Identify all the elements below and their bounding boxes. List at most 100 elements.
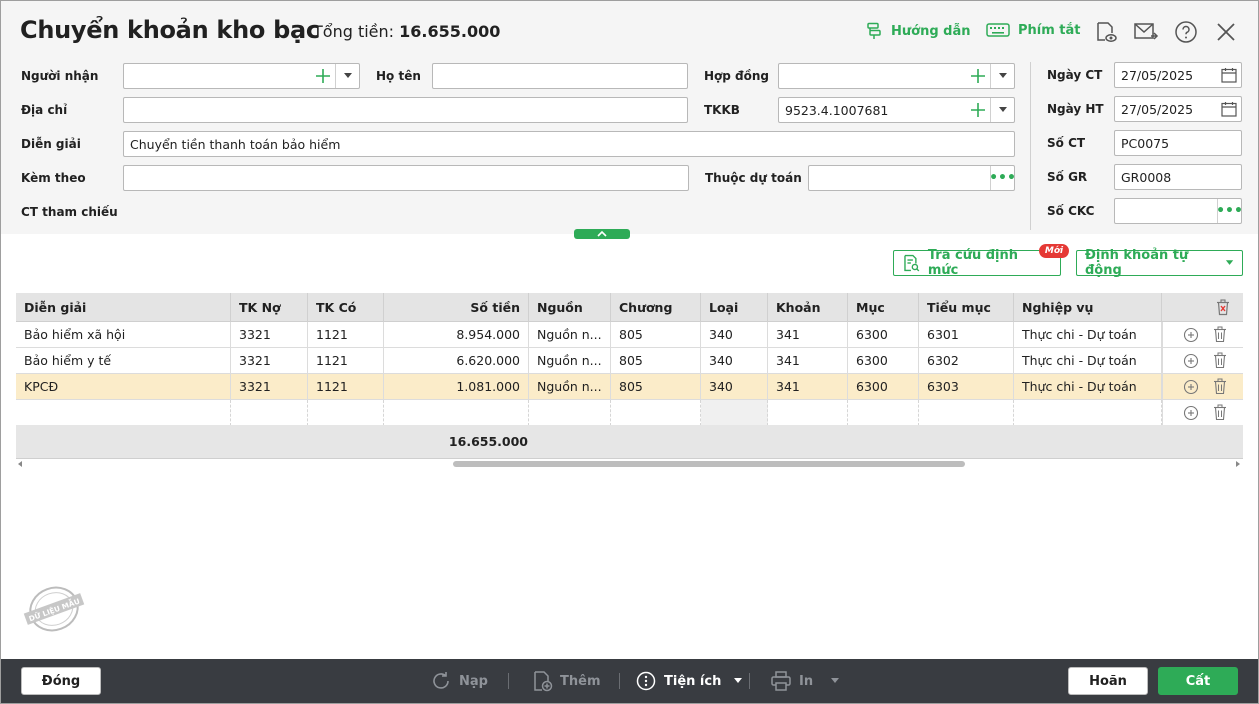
cell-item[interactable]: 341 [768,322,848,348]
cell-debit[interactable] [231,400,308,426]
col-header-source[interactable]: Nguồn [529,293,611,322]
recipient-input[interactable] [123,63,360,89]
contract-dropdown-icon[interactable] [990,64,1014,88]
delete-all-icon[interactable] [1215,299,1231,316]
cell-chapter[interactable]: 805 [611,374,701,400]
delete-row-icon[interactable] [1212,378,1228,399]
add-row-icon[interactable] [1183,379,1199,399]
delete-row-icon[interactable] [1212,326,1228,347]
cell-credit[interactable]: 1121 [308,374,384,400]
fullname-input[interactable] [432,63,688,89]
cell-chapter[interactable] [611,400,701,426]
auto-entry-button[interactable]: Định khoản tự động [1076,248,1243,278]
add-row-icon[interactable] [1183,327,1199,347]
cell-description[interactable]: Bảo hiểm y tế [16,348,231,374]
cell-section[interactable]: 6300 [848,374,919,400]
table-row[interactable]: KPCĐ 3321 1121 1.081.000 Nguồn n... 805 340 341… [16,374,1243,400]
ckc-number-input[interactable]: ••• [1114,198,1242,224]
col-header-subsection[interactable]: Tiểu mục [919,293,1014,322]
col-header-description[interactable]: Diễn giải [16,293,231,322]
close-button[interactable]: Đóng [21,667,101,695]
ckc-more-icon[interactable]: ••• [1216,199,1241,223]
reload-button[interactable]: Nạp [430,670,488,692]
cell-debit[interactable]: 3321 [231,374,308,400]
cell-chapter[interactable]: 805 [611,348,701,374]
lookup-norm-button[interactable]: Tra cứu định mức [893,248,1061,278]
cell-subsection[interactable]: 6303 [919,374,1014,400]
col-header-section[interactable]: Mục [848,293,919,322]
budget-input[interactable]: ••• [808,165,1015,191]
tkkb-input[interactable]: 9523.4.1007681 [778,97,1015,123]
help-icon[interactable] [1173,19,1199,45]
calendar-icon[interactable] [1221,67,1237,83]
add-row-icon[interactable] [1183,405,1199,425]
cell-item[interactable]: 341 [768,348,848,374]
delete-row-icon[interactable] [1212,404,1228,425]
cell-type[interactable]: 340 [701,374,768,400]
delete-row-icon[interactable] [1212,352,1228,373]
cell-source[interactable]: Nguồn n... [529,348,611,374]
cell-type[interactable]: 340 [701,348,768,374]
add-contract-icon[interactable] [969,67,987,85]
cell-source[interactable] [529,400,611,426]
preview-icon[interactable] [1093,19,1119,45]
cell-subsection[interactable]: 6302 [919,348,1014,374]
cell-subsection[interactable]: 6301 [919,322,1014,348]
doc-number-input[interactable]: PC0075 [1114,130,1242,156]
table-row[interactable]: Bảo hiểm xã hội 3321 1121 8.954.000 Nguồn n.… [16,322,1243,348]
cell-credit[interactable] [308,400,384,426]
cell-operation[interactable]: Thực chi - Dự toán [1014,322,1162,348]
doc-date-input[interactable]: 27/05/2025 [1114,62,1242,88]
add-row-icon[interactable] [1183,353,1199,373]
cell-amount[interactable] [384,400,529,426]
col-header-chapter[interactable]: Chương [611,293,701,322]
scrollbar-thumb[interactable] [453,461,965,467]
cancel-button[interactable]: Hoãn [1068,667,1148,695]
col-header-debit[interactable]: TK Nợ [231,293,308,322]
save-button[interactable]: Cất [1158,667,1238,695]
col-header-type[interactable]: Loại [701,293,768,322]
add-button[interactable]: Thêm [531,670,601,692]
cell-amount[interactable]: 8.954.000 [384,322,529,348]
description-input[interactable]: Chuyển tiền thanh toán bảo hiểm [123,131,1015,157]
tkkb-dropdown-icon[interactable] [990,98,1014,122]
cell-credit[interactable]: 1121 [308,348,384,374]
cell-amount[interactable]: 1.081.000 [384,374,529,400]
cell-operation[interactable]: Thực chi - Dự toán [1014,348,1162,374]
cell-operation[interactable] [1014,400,1162,426]
recipient-dropdown-icon[interactable] [335,64,359,88]
close-icon[interactable] [1213,19,1239,45]
cell-description[interactable] [16,400,231,426]
cell-source[interactable]: Nguồn n... [529,322,611,348]
email-icon[interactable] [1133,19,1159,45]
print-button[interactable]: In [770,670,840,692]
cell-item[interactable] [768,400,848,426]
cell-credit[interactable]: 1121 [308,322,384,348]
attachment-input[interactable] [123,165,689,191]
calendar-icon[interactable] [1221,101,1237,117]
table-row[interactable]: Bảo hiểm y tế 3321 1121 6.620.000 Nguồn n...… [16,348,1243,374]
guide-link[interactable]: Hướng dẫn [865,22,971,40]
col-header-credit[interactable]: TK Có [308,293,384,322]
cell-debit[interactable]: 3321 [231,322,308,348]
cell-section[interactable]: 6300 [848,348,919,374]
contract-input[interactable] [778,63,1015,89]
table-row-empty[interactable] [16,400,1243,426]
cell-description[interactable]: Bảo hiểm xã hội [16,322,231,348]
cell-type[interactable] [701,400,768,426]
budget-more-icon[interactable]: ••• [989,166,1014,190]
cell-amount[interactable]: 6.620.000 [384,348,529,374]
cell-chapter[interactable]: 805 [611,322,701,348]
cell-subsection[interactable] [919,400,1014,426]
post-date-input[interactable]: 27/05/2025 [1114,96,1242,122]
horizontal-scrollbar[interactable] [16,460,1243,468]
add-tkkb-icon[interactable] [969,101,987,119]
col-header-operation[interactable]: Nghiệp vụ [1014,293,1162,322]
cell-item[interactable]: 341 [768,374,848,400]
cell-debit[interactable]: 3321 [231,348,308,374]
col-header-item[interactable]: Khoản [768,293,848,322]
cell-source[interactable]: Nguồn n... [529,374,611,400]
add-recipient-icon[interactable] [314,67,332,85]
cell-section[interactable] [848,400,919,426]
cell-description[interactable]: KPCĐ [16,374,231,400]
